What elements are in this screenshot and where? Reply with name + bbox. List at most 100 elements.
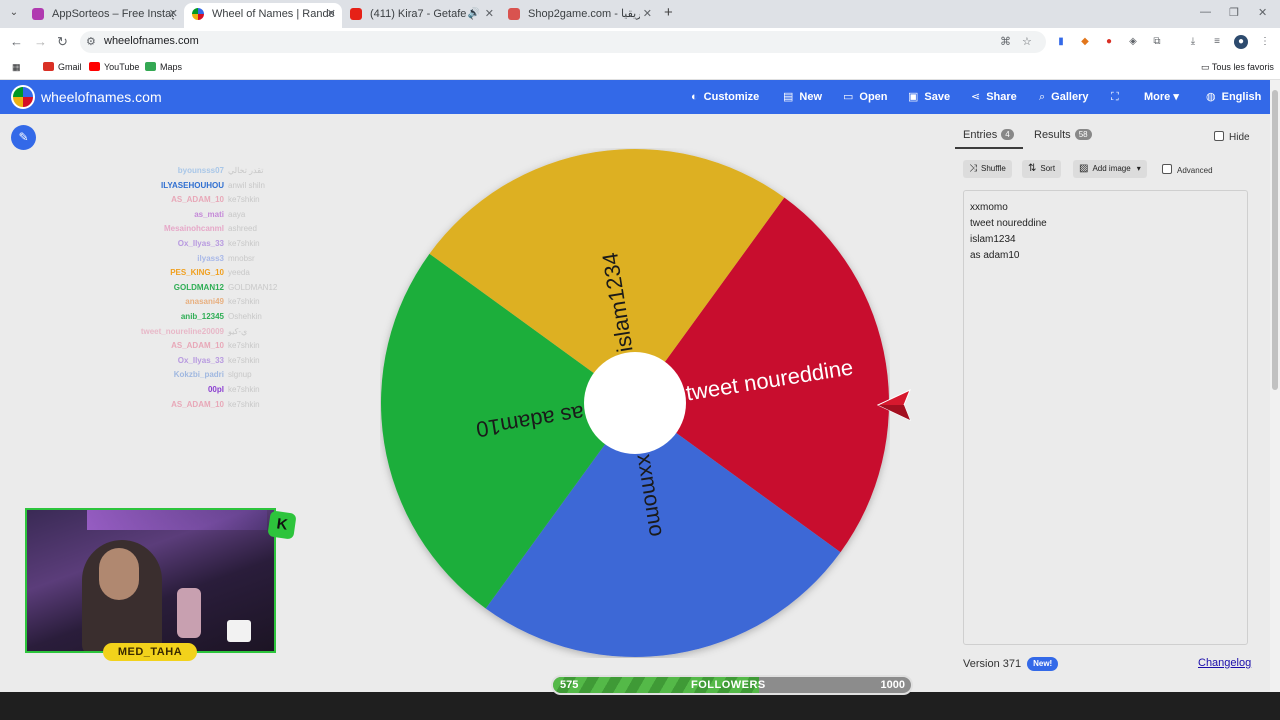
browser-tab-youtube[interactable]: (411) Kira7 - Getafe (Officia 🔊 ✕ [342,3,500,28]
close-tab-icon[interactable]: ✕ [643,3,652,25]
extension-red-icon[interactable]: ● [1102,35,1116,49]
chat-message: PES_KING_10 yeeda [60,266,300,280]
media-control-icon[interactable]: ≡ [1210,35,1224,49]
browser-tab-appsorteos[interactable]: AppSorteos – Free Instagram C ✕ [24,3,184,28]
entries-textarea[interactable]: xxmomo tweet noureddine islam1234 as adam10 [963,190,1248,645]
hide-checkbox-box[interactable] [1214,131,1224,141]
sort-button[interactable]: ⇅ Sort [1022,160,1062,178]
chat-text: ke7shkin [228,341,260,351]
extensions-puzzle-icon[interactable]: ⧉ [1150,35,1164,49]
menu-gallery[interactable]: ⌕ Gallery [1039,90,1088,104]
entry-line[interactable]: islam1234 [970,232,1241,248]
chat-message: AS_ADAM_10 ke7shkin [60,398,300,412]
browser-menu-icon[interactable]: ⋮ [1258,35,1272,49]
bookmark-gmail[interactable]: Gmail [43,61,82,74]
add-image-button[interactable]: ▨ Add image ▾ [1073,160,1147,178]
extension-metamask-icon[interactable]: ◆ [1078,35,1092,49]
shuffle-icon: ⤨ [969,163,977,174]
url-text[interactable]: wheelofnames.com [104,35,199,47]
streamer-face [99,548,139,600]
appsorteos-favicon-icon [32,8,44,20]
chat-message: Kokzbi_padri slgnup [60,368,300,382]
panel-tabs: Entries 4 Results 58 [955,127,1255,149]
entry-line[interactable]: xxmomo [970,200,1241,216]
menu-share[interactable]: ⋖ Share [971,90,1017,104]
tab-search-chevron-icon[interactable]: ⌄ [6,5,22,21]
audio-playing-icon[interactable]: 🔊 [468,3,480,25]
youtube-icon [89,62,100,71]
page-scrollbar[interactable] [1270,80,1280,692]
menu-more[interactable]: More ▾ [1144,90,1179,104]
browser-tab-shop2game[interactable]: Shop2game.com - شمال أفريقيا ✕ [500,3,658,28]
globe-icon: ◍ [1206,91,1216,103]
download-icon[interactable]: ⤓ [1186,35,1200,49]
wheel[interactable]: tweet noureddine xxmomo as adam10 islam1234 [380,148,890,658]
menu-save[interactable]: ▣ Save [908,90,950,104]
extension-shield-icon[interactable]: ◈ [1126,35,1140,49]
search-icon: ⌕ [1039,91,1046,103]
chat-text: mnobsr [228,253,255,263]
back-icon[interactable]: ← [10,34,23,50]
menu-fullscreen[interactable]: ⛶ [1111,90,1125,104]
close-tab-icon[interactable]: ✕ [485,3,494,25]
address-bar[interactable]: ⚙ wheelofnames.com ⌘ ☆ [80,31,1046,53]
shuffle-button[interactable]: ⤨ Shuffle [963,160,1012,178]
chat-text: Oshehkin [228,312,262,321]
os-taskbar [0,692,1280,720]
scrollbar-thumb[interactable] [1272,90,1278,390]
bookmark-maps[interactable]: Maps [145,61,182,74]
site-info-icon[interactable]: ⚙ [86,35,96,48]
chat-username: byounsss07 [177,166,224,175]
menu-language[interactable]: ◍ English [1206,90,1261,104]
changelog-link[interactable]: Changelog [1198,657,1251,669]
wheel-pointer-icon [876,389,911,421]
chat-message: byounsss07 تقدر تخالي [60,164,300,178]
advanced-checkbox[interactable]: Advanced [1162,164,1213,175]
restore-icon[interactable]: ❐ [1229,6,1239,19]
close-window-icon[interactable]: ✕ [1258,6,1267,19]
hide-checkbox[interactable]: Hide [1214,131,1250,143]
chat-text: تقدر تخالي [228,166,264,175]
translate-icon[interactable]: ⌘ [1000,35,1011,48]
chat-text: ke7shkin [228,239,260,248]
wheel-favicon-icon [192,8,204,20]
chat-username: tweet_noureline20009 [140,326,224,336]
chat-text: ke7shkin [228,385,260,394]
chat-message: Mesainohcanml ashreed [60,222,300,236]
site-name[interactable]: wheelofnames.com [41,89,162,105]
folder-icon: ▭ [843,91,854,103]
entry-line[interactable]: as adam10 [970,248,1241,264]
extension-bitwarden-icon[interactable]: ▮ [1054,35,1068,49]
profile-avatar-icon[interactable]: ● [1234,35,1248,49]
share-icon: ⋖ [971,91,981,103]
bookmark-youtube[interactable]: YouTube [89,61,139,74]
chat-text: anwil shiln [228,180,265,190]
menu-open[interactable]: ▭ Open [843,90,888,104]
close-tab-icon[interactable]: ✕ [327,3,336,25]
menu-new[interactable]: ▤ New [783,90,822,104]
chat-username: Mesainohcanml [163,224,224,234]
chat-message: as_mati aaya [60,208,300,222]
tab-entries[interactable]: Entries 4 [963,129,1014,141]
menu-customize[interactable]: ◐ Customize [691,90,759,104]
shop2game-favicon-icon [508,8,520,20]
chat-text: ke7shkin [228,399,260,409]
wheel-logo-icon[interactable] [11,85,35,109]
edit-pencil-icon[interactable]: ✎ [11,125,36,150]
new-tab-icon[interactable]: + [664,4,673,22]
browser-tab-wheel-of-names[interactable]: Wheel of Names | Random nam ✕ [184,3,342,28]
chat-text: aaya [228,209,246,219]
chat-username: AS_ADAM_10 [171,341,224,351]
forward-icon[interactable]: → [34,34,47,50]
apps-grid-icon[interactable]: ▦ [12,61,21,74]
all-bookmarks[interactable]: ▭ Tous les favoris [1201,61,1274,74]
close-tab-icon[interactable]: ✕ [169,3,178,25]
advanced-checkbox-box[interactable] [1162,164,1172,174]
wheel-center-button[interactable] [584,352,686,454]
bookmark-star-icon[interactable]: ☆ [1022,35,1032,48]
entry-line[interactable]: tweet noureddine [970,216,1241,232]
minimize-icon[interactable]: — [1200,6,1211,18]
reload-icon[interactable]: ↻ [57,34,68,50]
tab-results[interactable]: Results 58 [1034,129,1092,141]
wheel-svg[interactable]: tweet noureddinexxmomoas adam10islam1234 [380,148,890,658]
